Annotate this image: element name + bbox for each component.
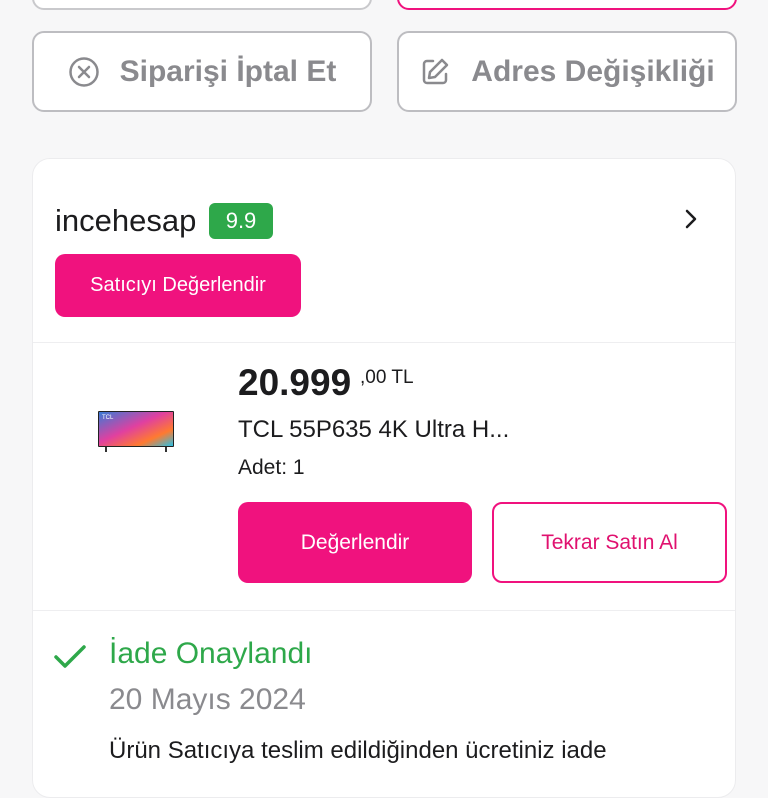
divider — [33, 610, 735, 611]
order-card: incehesap 9.9 Satıcıyı Değerlendir TCL 2… — [32, 158, 736, 798]
rate-seller-button[interactable]: Satıcıyı Değerlendir — [55, 254, 301, 317]
buy-again-button[interactable]: Tekrar Satın Al — [492, 502, 727, 583]
divider — [33, 342, 735, 343]
cancel-order-button[interactable]: Siparişi İptal Et — [32, 31, 372, 112]
return-status-title: İade Onaylandı — [109, 637, 313, 670]
address-change-button[interactable]: Adres Değişikliği — [397, 31, 737, 112]
product-thumbnail[interactable]: TCL — [97, 409, 175, 453]
return-status-date: 20 Mayıs 2024 — [109, 683, 306, 716]
rate-product-button[interactable]: Değerlendir — [238, 502, 472, 583]
product-title[interactable]: TCL 55P635 4K Ultra H... — [238, 416, 509, 444]
x-circle-icon — [68, 56, 99, 87]
edit-icon — [423, 58, 449, 84]
top-right-button-partial[interactable] — [397, 0, 737, 10]
cancel-order-label: Siparişi İptal Et — [119, 54, 337, 88]
check-icon — [54, 645, 86, 668]
thumb-brand-text: TCL — [102, 415, 114, 421]
product-quantity: Adet: 1 — [238, 456, 305, 479]
seller-score-badge: 9.9 — [209, 203, 273, 239]
seller-name[interactable]: incehesap — [55, 203, 196, 239]
top-left-button-partial[interactable] — [32, 0, 372, 10]
price-fraction: ,00 TL — [360, 367, 414, 388]
chevron-right-icon[interactable] — [681, 207, 701, 231]
address-change-label: Adres Değişikliği — [471, 54, 715, 88]
price-main: 20.999 — [238, 362, 352, 403]
return-status-description: Ürün Satıcıya teslim edildiğinden ücreti… — [109, 737, 607, 764]
